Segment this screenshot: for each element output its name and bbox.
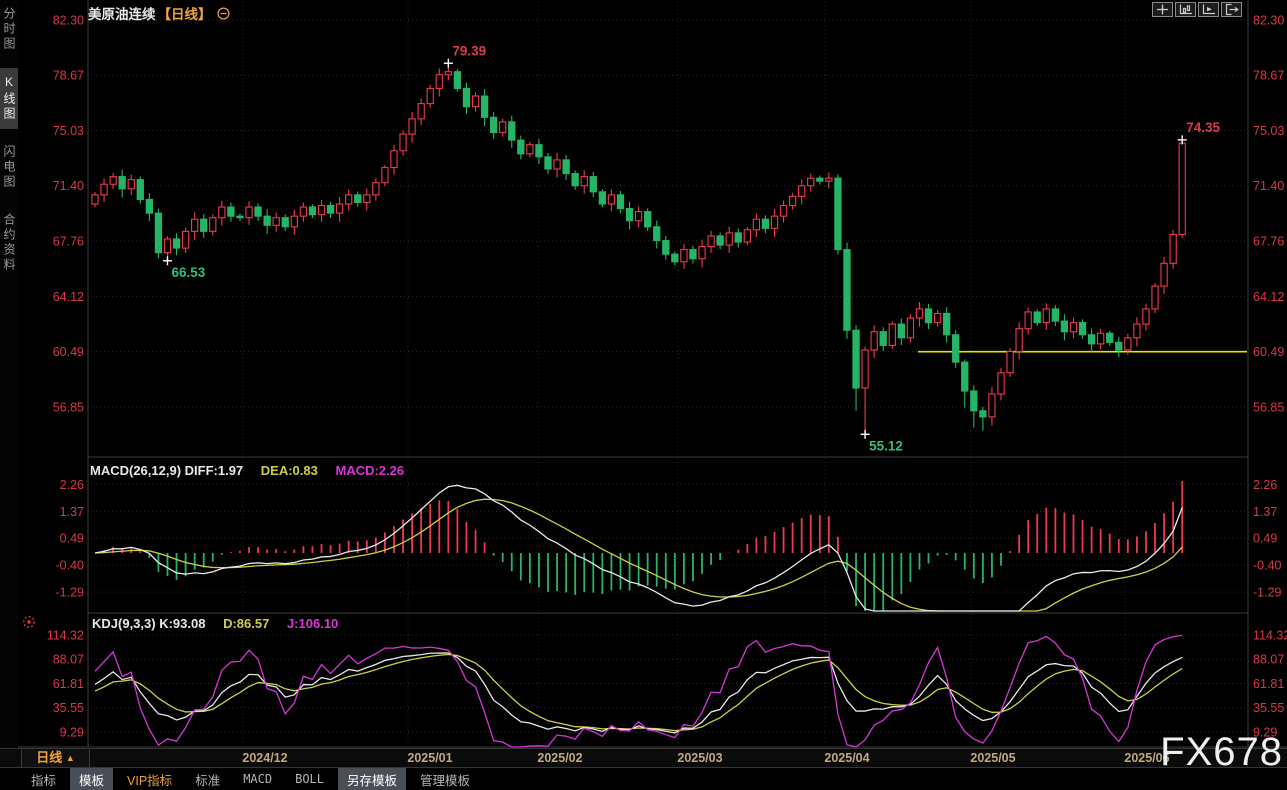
price-annotation: 66.53: [171, 265, 205, 280]
chart-type-sidebar: 分时图 K线图 闪电图 合约资料: [0, 0, 18, 748]
y-axis-label: 1.37: [1253, 505, 1277, 519]
y-axis-label: 61.81: [1253, 677, 1284, 691]
sidebar-item-time-chart[interactable]: 分时图: [0, 0, 18, 59]
y-axis-label: 56.85: [53, 401, 84, 415]
indicator-tab-bar: 指标 模板 VIP指标 标准 MACD BOLL 另存模板 管理模板: [0, 768, 1287, 790]
x-axis-label: 2025/03: [668, 751, 732, 765]
period-tag: 【日线】: [158, 3, 212, 23]
macd-macd-value: MACD:2.26: [335, 463, 404, 478]
y-axis-label: 9.29: [60, 725, 84, 739]
y-axis-label: 60.49: [1253, 345, 1284, 359]
axis-scale-icon[interactable]: [1175, 2, 1196, 17]
tab-template[interactable]: 模板: [70, 768, 113, 790]
tab-manage-template[interactable]: 管理模板: [411, 768, 479, 790]
trading-app-window: 82.30 82.30 78.67 78.67 75.03 75.03 71.40 71.40…: [0, 0, 1287, 790]
sidebar-item-kline-chart[interactable]: K线图: [0, 68, 18, 129]
macd-dea-value: DEA:0.83: [261, 463, 318, 478]
kdj-k-value: KDJ(9,3,3) K:93.08: [92, 616, 205, 631]
macd-histogram: [95, 481, 1182, 611]
y-axis-label: 2.26: [60, 478, 84, 492]
price-annotation: 74.35: [1186, 120, 1220, 135]
candlestick-series: [92, 64, 1185, 433]
tab-macd[interactable]: MACD: [234, 770, 281, 788]
y-axis-label: 64.12: [1253, 290, 1284, 304]
y-axis-label: 71.40: [53, 179, 84, 193]
y-axis-label: 71.40: [1253, 179, 1284, 193]
y-axis-label: 1.37: [60, 505, 84, 519]
grid-lines: [88, 2, 1248, 746]
tab-standard[interactable]: 标准: [186, 768, 229, 790]
y-axis-label: 114.32: [1253, 629, 1287, 643]
y-axis-label: -1.29: [56, 586, 85, 600]
y-axis-label: 75.03: [53, 124, 84, 138]
sidebar-item-flash-chart[interactable]: 闪电图: [0, 138, 18, 197]
chart-toolbar: [1152, 2, 1242, 17]
y-axis-label: -0.40: [56, 559, 85, 573]
price-annotations: 79.39 66.53 55.12 74.35: [163, 43, 1220, 453]
panel-separators: [0, 0, 1287, 747]
chart-title-row: 美原油连续 【日线】: [88, 3, 230, 23]
y-axis-label: 78.67: [1253, 69, 1284, 83]
y-axis-label: 0.49: [1253, 532, 1277, 546]
indicator-marker-icon[interactable]: [21, 614, 37, 635]
triangle-up-icon: ▲: [66, 753, 75, 763]
fx678-watermark: FX678: [1160, 730, 1283, 775]
y-axis-label: 82.30: [1253, 14, 1284, 28]
axis-arrow-icon[interactable]: [1198, 2, 1219, 17]
y-axis-label: 35.55: [1253, 701, 1284, 715]
price-annotation: 79.39: [452, 43, 486, 58]
y-axis-label: 114.32: [47, 629, 84, 643]
y-axis-label: 61.81: [53, 677, 84, 691]
y-axis-label: 67.76: [53, 235, 84, 249]
kdj-j-value: J:106.10: [287, 616, 338, 631]
x-axis-label: 2025/04: [815, 751, 879, 765]
y-axis-label: 75.03: [1253, 124, 1284, 138]
price-annotation: 55.12: [869, 438, 903, 453]
y-axis-label: -0.40: [1253, 559, 1282, 573]
y-axis-label: 88.07: [53, 653, 84, 667]
y-axis-label: 78.67: [53, 69, 84, 83]
candlestick-chart-canvas[interactable]: 82.30 82.30 78.67 78.67 75.03 75.03 71.40 71.40…: [0, 0, 1287, 748]
macd-diff-value: MACD(26,12,9) DIFF:1.97: [90, 463, 243, 478]
macd-header: MACD(26,12,9) DIFF:1.97 DEA:0.83 MACD:2.…: [90, 463, 418, 478]
x-axis-label: 2024/12: [233, 751, 297, 765]
x-axis-label: 2025/02: [528, 751, 592, 765]
kdj-header: KDJ(9,3,3) K:93.08 D:86.57 J:106.10: [92, 616, 352, 631]
y-axis-label: 56.85: [1253, 401, 1284, 415]
y-axis-label: 67.76: [1253, 235, 1284, 249]
y-axis-label: 2.26: [1253, 478, 1277, 492]
exit-pane-icon[interactable]: [1221, 2, 1242, 17]
y-axis-label: 82.30: [53, 14, 84, 28]
tab-indicator[interactable]: 指标: [22, 768, 65, 790]
x-axis-label: 2025/05: [961, 751, 1025, 765]
x-axis-label: 2025/01: [398, 751, 462, 765]
y-axis-label: 88.07: [1253, 653, 1284, 667]
kdj-d-value: D:86.57: [223, 616, 269, 631]
pan-icon[interactable]: [1152, 2, 1173, 17]
y-axis-label: 35.55: [53, 701, 84, 715]
period-selector[interactable]: 日线 ▲: [21, 749, 90, 767]
y-axis-label: -1.29: [1253, 586, 1282, 600]
symbol-title: 美原油连续: [88, 3, 156, 23]
y-axis-label: 60.49: [53, 345, 84, 359]
tab-vip-indicator[interactable]: VIP指标: [118, 768, 181, 790]
x-axis-strip: 日线 ▲ 2024/12 2025/01 2025/02 2025/03 2025/04…: [0, 748, 1287, 768]
y-axis-label: 64.12: [53, 290, 84, 304]
kdj-lines: [95, 635, 1182, 747]
tab-save-template[interactable]: 另存模板: [338, 768, 406, 790]
sidebar-item-contract-info[interactable]: 合约资料: [0, 206, 18, 280]
collapse-icon[interactable]: [217, 7, 230, 20]
y-axis-label: 0.49: [60, 532, 84, 546]
tab-boll[interactable]: BOLL: [286, 770, 333, 788]
